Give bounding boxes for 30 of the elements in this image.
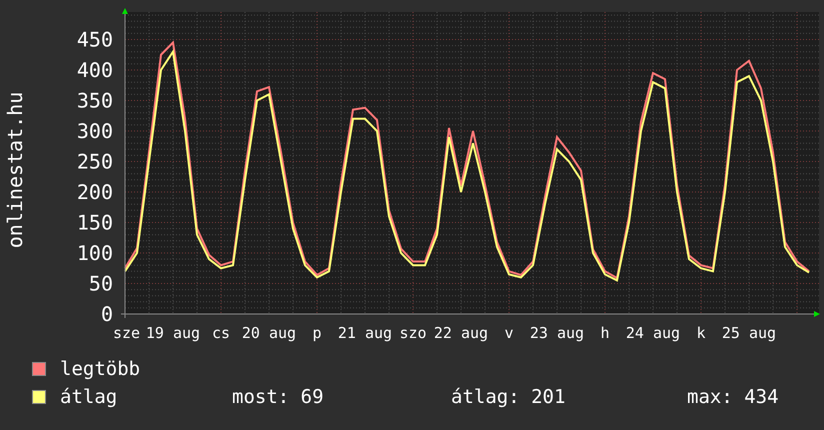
axis-tick-label: szo [399, 324, 427, 342]
axis-tick-label: 25 aug [722, 324, 776, 342]
axis-tick-label: 23 aug [530, 324, 584, 342]
axis-tick-label: 350 [76, 88, 113, 112]
axis-tick-label: 20 aug [242, 324, 296, 342]
axis-tick-label: 150 [76, 210, 113, 234]
axis-tick-label: 24 aug [626, 324, 680, 342]
axis-tick-label: 0 [100, 302, 113, 326]
axis-title: onlinestat.hu [3, 92, 27, 248]
axis-tick-label: 100 [76, 241, 113, 265]
axis-tick-label: v [504, 324, 514, 342]
axis-tick-label: p [312, 324, 322, 342]
axis-tick-label: k [696, 324, 706, 342]
axis-tick-label: sze [113, 324, 140, 342]
axis-tick-label: 400 [76, 58, 113, 82]
axis-tick-label: 450 [76, 28, 113, 52]
legend-stat: átlag: 201 [451, 387, 566, 407]
legend-label: átlag [60, 387, 118, 407]
axis-tick-label: 250 [76, 150, 113, 174]
axis-tick-label: cs [212, 324, 230, 342]
axis-tick-label: 200 [76, 180, 113, 204]
axis-tick-label: 300 [76, 119, 113, 143]
axis-tick-label: 21 aug [338, 324, 392, 342]
legend-stat: max: 434 [687, 387, 779, 407]
axis-tick-label: 19 aug [146, 324, 200, 342]
legend-stat: most: 69 [232, 387, 325, 407]
axis-tick-label: h [600, 324, 610, 342]
legend-label: legtöbb [60, 359, 142, 379]
axis-tick-label: 50 [88, 272, 113, 296]
axis-tick-label: 22 aug [434, 324, 488, 342]
